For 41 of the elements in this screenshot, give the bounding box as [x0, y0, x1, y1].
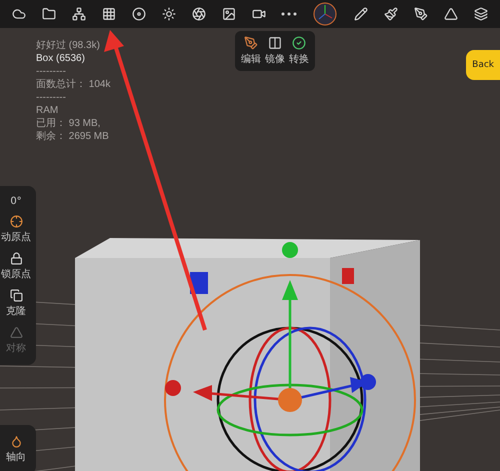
tool-label: 轴向 — [6, 450, 26, 464]
view-gizmo-icon[interactable] — [313, 2, 338, 26]
menu-item-label[interactable]: 编辑 — [241, 52, 261, 66]
grid-icon[interactable] — [102, 7, 116, 21]
layers-icon[interactable] — [474, 7, 488, 21]
stats-text: --------- — [36, 66, 67, 78]
aperture-icon[interactable] — [192, 7, 206, 21]
video-camera-icon[interactable] — [252, 7, 266, 21]
node-tree-icon[interactable] — [72, 7, 86, 21]
pen-tool-icon[interactable] — [414, 7, 428, 21]
back-button[interactable]: Back — [466, 50, 500, 80]
stats-text: RAM — [36, 105, 60, 117]
menu-item-label[interactable]: 镜像 — [265, 52, 285, 66]
angle-reading: 0° — [10, 196, 22, 207]
mirror-icon[interactable] — [268, 36, 282, 50]
droplet-icon[interactable] — [10, 435, 22, 448]
mirror-triangle-icon[interactable] — [444, 7, 458, 21]
image-icon[interactable] — [222, 7, 236, 21]
tool-label: 克隆 — [6, 304, 26, 318]
stats-text: 好好过 (98.3k) — [36, 40, 101, 52]
stats-text: 面数总计： 104k — [36, 79, 110, 91]
crosshair-icon[interactable] — [10, 215, 22, 228]
check-circle-icon[interactable] — [292, 36, 306, 50]
copy-icon[interactable] — [10, 289, 22, 302]
cloud-icon[interactable] — [12, 7, 26, 21]
brush-icon[interactable] — [384, 7, 398, 21]
sun-icon[interactable] — [162, 7, 176, 21]
folder-icon[interactable] — [42, 7, 56, 21]
edit-icon[interactable] — [244, 36, 258, 50]
stats-text: 已用： 93 MB, — [36, 118, 102, 130]
more-dots-icon[interactable] — [280, 11, 298, 17]
stats-text: 剩余： 2695 MB — [36, 131, 110, 143]
tool-label: 对称 — [6, 342, 26, 355]
menu-item-label[interactable]: 转换 — [289, 52, 309, 66]
sphere-icon[interactable] — [132, 7, 146, 21]
lock-icon[interactable] — [10, 252, 22, 265]
tool-label: 锁原点 — [1, 268, 31, 281]
pencil-icon[interactable] — [354, 7, 368, 21]
stats-text: --------- — [36, 92, 67, 104]
stats-text: Box (6536) — [36, 53, 86, 65]
tool-label: 动原点 — [1, 230, 31, 244]
